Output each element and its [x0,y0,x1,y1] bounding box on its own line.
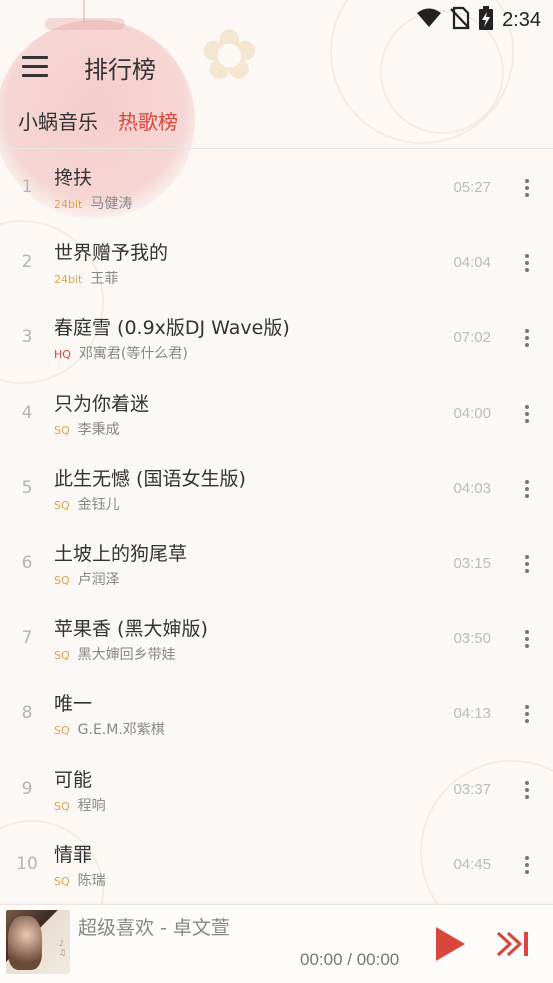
divider [0,148,553,149]
album-cover[interactable]: ♪ ♫ [6,910,70,974]
song-rank: 8 [21,703,33,724]
song-duration: 04:04 [453,254,491,272]
play-icon[interactable] [432,925,468,963]
more-options-icon[interactable] [521,553,533,575]
song-row[interactable]: 5 此生无憾 (国语女生版) SQ 金钰儿 04:03 [0,452,553,527]
song-rank: 10 [16,853,38,874]
quality-badge: SQ [54,799,70,813]
song-title: 世界赠予我的 [54,242,169,265]
song-artist: 王菲 [90,271,119,288]
song-title: 唯一 [54,693,93,716]
song-meta: SQ 卢润泽 [54,569,120,589]
song-row[interactable]: 8 唯一 SQ G.E.M.邓紫棋 04:13 [0,677,553,752]
song-title: 只为你着迷 [54,392,150,415]
song-row[interactable]: 9 可能 SQ 程响 03:37 [0,753,553,828]
song-artist: 陈瑞 [77,872,106,889]
song-title: 此生无憾 (国语女生版) [54,467,246,490]
more-options-icon[interactable] [521,854,533,876]
song-artist: 卢润泽 [77,571,120,588]
song-rank: 7 [21,628,33,649]
hamburger-menu-icon[interactable] [22,56,48,78]
song-duration: 03:37 [453,780,491,798]
tab-xiaowo-music[interactable]: 小蜗音乐 [18,106,98,135]
quality-badge: HQ [54,348,71,362]
quality-badge: 24bit [54,273,83,287]
more-options-icon[interactable] [521,779,533,801]
song-duration: 04:13 [453,705,491,723]
no-sim-icon [450,6,470,34]
song-duration: 04:03 [453,479,491,497]
mini-player: ♪ ♫ 超级喜欢 - 卓文萱 00:00 / 00:00 [0,904,553,983]
more-options-icon[interactable] [521,703,533,725]
skip-next-icon[interactable] [496,929,532,959]
quality-badge: SQ [54,423,70,437]
song-artist: 程响 [77,797,106,814]
song-rank: 6 [21,552,33,573]
status-bar: 2:34 [0,0,553,38]
song-meta: SQ 陈瑞 [54,870,106,890]
song-artist: 马健涛 [90,196,133,212]
song-row[interactable]: 10 情罪 SQ 陈瑞 04:45 [0,828,553,903]
status-time: 2:34 [502,8,541,31]
song-duration: 04:00 [453,404,491,422]
song-duration: 04:45 [453,855,491,873]
song-artist: 李秉成 [77,421,120,438]
song-artist: 邓寓君(等什么君) [78,346,188,363]
more-options-icon[interactable] [521,628,533,650]
song-rank: 4 [21,402,33,423]
song-title: 土坡上的狗尾草 [54,542,188,565]
song-meta: SQ G.E.M.邓紫棋 [54,719,165,739]
song-row[interactable]: 6 土坡上的狗尾草 SQ 卢润泽 03:15 [0,527,553,602]
quality-badge: 24bit [54,198,83,211]
battery-charging-icon [478,6,494,34]
page-title: 排行榜 [84,56,156,84]
quality-badge: SQ [54,874,70,888]
song-row[interactable]: 7 苹果香 (黑大婶版) SQ 黑大婶回乡带娃 03:50 [0,602,553,677]
quality-badge: SQ [54,573,70,587]
song-duration: 07:02 [453,329,491,347]
more-options-icon[interactable] [521,327,533,349]
song-meta: SQ 程响 [54,795,106,815]
song-meta: SQ 金钰儿 [54,494,120,514]
song-rank: 3 [21,327,33,348]
song-title: 情罪 [54,843,93,866]
song-title: 苹果香 (黑大婶版) [54,618,208,641]
song-list: 1 搀扶 24bit 马健涛 05:27 2 世界赠予我的 24bit 王菲 04:04 3 春庭雪 … [0,151,553,903]
more-options-icon[interactable] [521,403,533,425]
wifi-icon [416,8,442,32]
song-row[interactable]: 4 只为你着迷 SQ 李秉成 04:00 [0,377,553,452]
more-options-icon[interactable] [521,177,533,199]
more-options-icon[interactable] [521,252,533,274]
song-rank: 1 [21,177,33,197]
quality-badge: SQ [54,498,70,512]
song-duration: 05:27 [453,179,491,196]
song-rank: 2 [21,252,33,273]
song-artist: G.E.M.邓紫棋 [77,722,165,739]
tab-hot-songs[interactable]: 热歌榜 [118,106,178,135]
quality-badge: SQ [54,724,70,738]
tab-bar: 小蜗音乐 热歌榜 [18,106,178,135]
now-playing-title[interactable]: 超级喜欢 - 卓文萱 [78,913,230,940]
song-title: 搀扶 [54,167,93,189]
song-artist: 黑大婶回乡带娃 [77,647,176,664]
song-row[interactable]: 1 搀扶 24bit 马健涛 05:27 [0,151,553,226]
song-meta: 24bit 王菲 [54,268,118,288]
playback-time: 00:00 / 00:00 [300,950,400,969]
song-artist: 金钰儿 [77,496,120,513]
song-rank: 9 [21,778,33,799]
song-duration: 03:50 [453,630,491,648]
song-duration: 03:15 [453,554,491,572]
song-row[interactable]: 3 春庭雪 (0.9x版DJ Wave版) HQ 邓寓君(等什么君) 07:02 [0,301,553,376]
app-bar: 排行榜 [0,44,553,92]
song-title: 可能 [54,768,93,791]
song-meta: SQ 黑大婶回乡带娃 [54,644,176,664]
song-rank: 5 [21,477,33,498]
song-title: 春庭雪 (0.9x版DJ Wave版) [54,317,290,340]
quality-badge: SQ [54,649,70,663]
more-options-icon[interactable] [521,478,533,500]
song-meta: SQ 李秉成 [54,419,120,439]
song-row[interactable]: 2 世界赠予我的 24bit 王菲 04:04 [0,226,553,301]
song-meta: HQ 邓寓君(等什么君) [54,343,188,363]
song-meta: 24bit 马健涛 [54,193,132,213]
